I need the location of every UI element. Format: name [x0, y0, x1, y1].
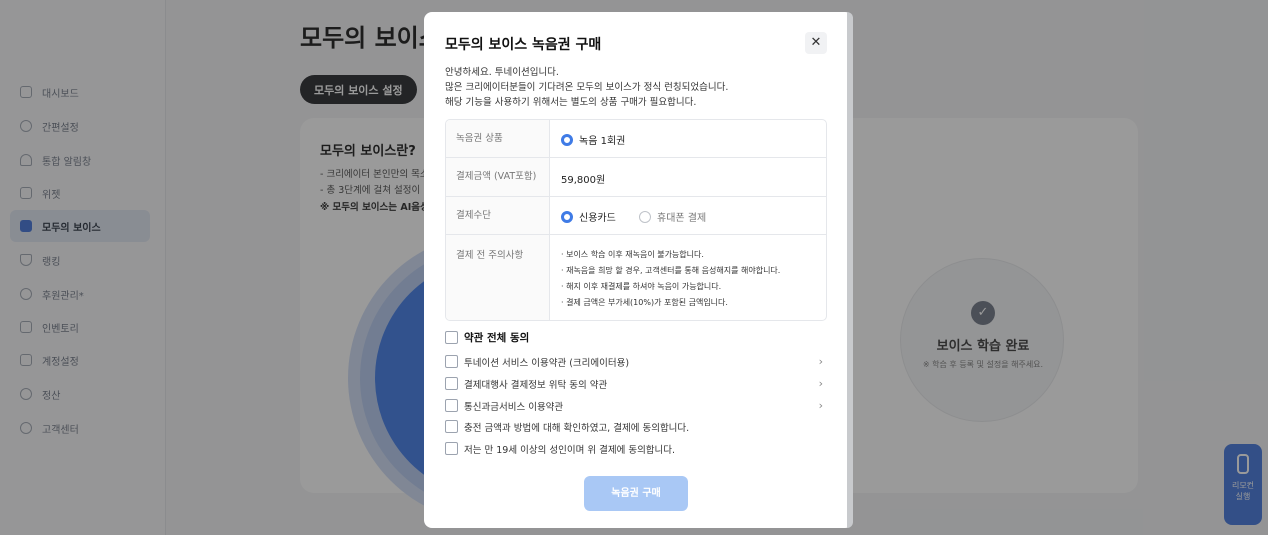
radio-selected-icon[interactable]: [561, 211, 573, 223]
product-option[interactable]: 녹음 1회권: [561, 132, 625, 147]
close-icon: ✕: [810, 35, 822, 50]
checkbox[interactable]: [445, 355, 458, 368]
payment-notice-list: · 보이스 학습 이후 재녹음이 불가능합니다. · 재녹음을 희망 할 경우,…: [561, 250, 781, 307]
checkbox[interactable]: [445, 377, 458, 390]
buy-voucher-button[interactable]: 녹음권 구매: [584, 476, 688, 511]
table-row: 녹음권 상품 녹음 1회권: [446, 120, 826, 158]
modal-title: 모두의 보이스 녹음권 구매: [445, 37, 602, 53]
payment-method-card[interactable]: 신용카드: [561, 209, 616, 224]
agree-charge-confirmation[interactable]: 충전 금액과 방법에 대해 확인하였고, 결제에 동의합니다.: [445, 417, 827, 437]
table-row: 결제 전 주의사항 · 보이스 학습 이후 재녹음이 불가능합니다. · 재녹음…: [446, 235, 826, 320]
agree-adult-confirmation[interactable]: 저는 만 19세 이상의 성인이며 위 결제에 동의합니다.: [445, 439, 827, 459]
checkbox[interactable]: [445, 399, 458, 412]
radio-unselected-icon[interactable]: [639, 211, 651, 223]
table-row: 결제금액 (VAT포함) 59,800원: [446, 158, 826, 197]
purchase-info-table: 녹음권 상품 녹음 1회권 결제금액 (VAT포함) 59,800원 결제수단 …: [445, 119, 827, 321]
agree-terms-of-service[interactable]: 투네이션 서비스 이용약관 (크리에이터용) ›: [445, 352, 827, 372]
row-label: 결제 전 주의사항: [446, 235, 550, 320]
checkbox[interactable]: [445, 442, 458, 455]
purchase-modal: 모두의 보이스 녹음권 구매 ✕ 안녕하세요. 투네이션입니다. 많은 크리에이…: [424, 12, 853, 528]
agree-telecom-billing[interactable]: 통신과금서비스 이용약관 ›: [445, 396, 827, 416]
chevron-right-icon[interactable]: ›: [819, 355, 823, 368]
modal-intro: 안녕하세요. 투네이션입니다. 많은 크리에이터분들이 기다려온 모두의 보이스…: [445, 67, 729, 108]
row-label: 결제금액 (VAT포함): [446, 158, 550, 196]
checkbox[interactable]: [445, 331, 458, 344]
close-button[interactable]: ✕: [805, 32, 827, 54]
checkbox[interactable]: [445, 420, 458, 433]
price-value: 59,800원: [561, 175, 606, 186]
payment-method-phone[interactable]: 휴대폰 결제: [639, 209, 706, 224]
chevron-right-icon[interactable]: ›: [819, 377, 823, 390]
table-row: 결제수단 신용카드 휴대폰 결제: [446, 197, 826, 235]
chevron-right-icon[interactable]: ›: [819, 399, 823, 412]
radio-selected-icon[interactable]: [561, 134, 573, 146]
row-label: 결제수단: [446, 197, 550, 234]
row-label: 녹음권 상품: [446, 120, 550, 157]
agree-payment-info-consignment[interactable]: 결제대행사 결제정보 위탁 동의 약관 ›: [445, 374, 827, 394]
modal-scrollbar[interactable]: [847, 12, 853, 528]
agree-all[interactable]: 약관 전체 동의: [445, 328, 827, 348]
